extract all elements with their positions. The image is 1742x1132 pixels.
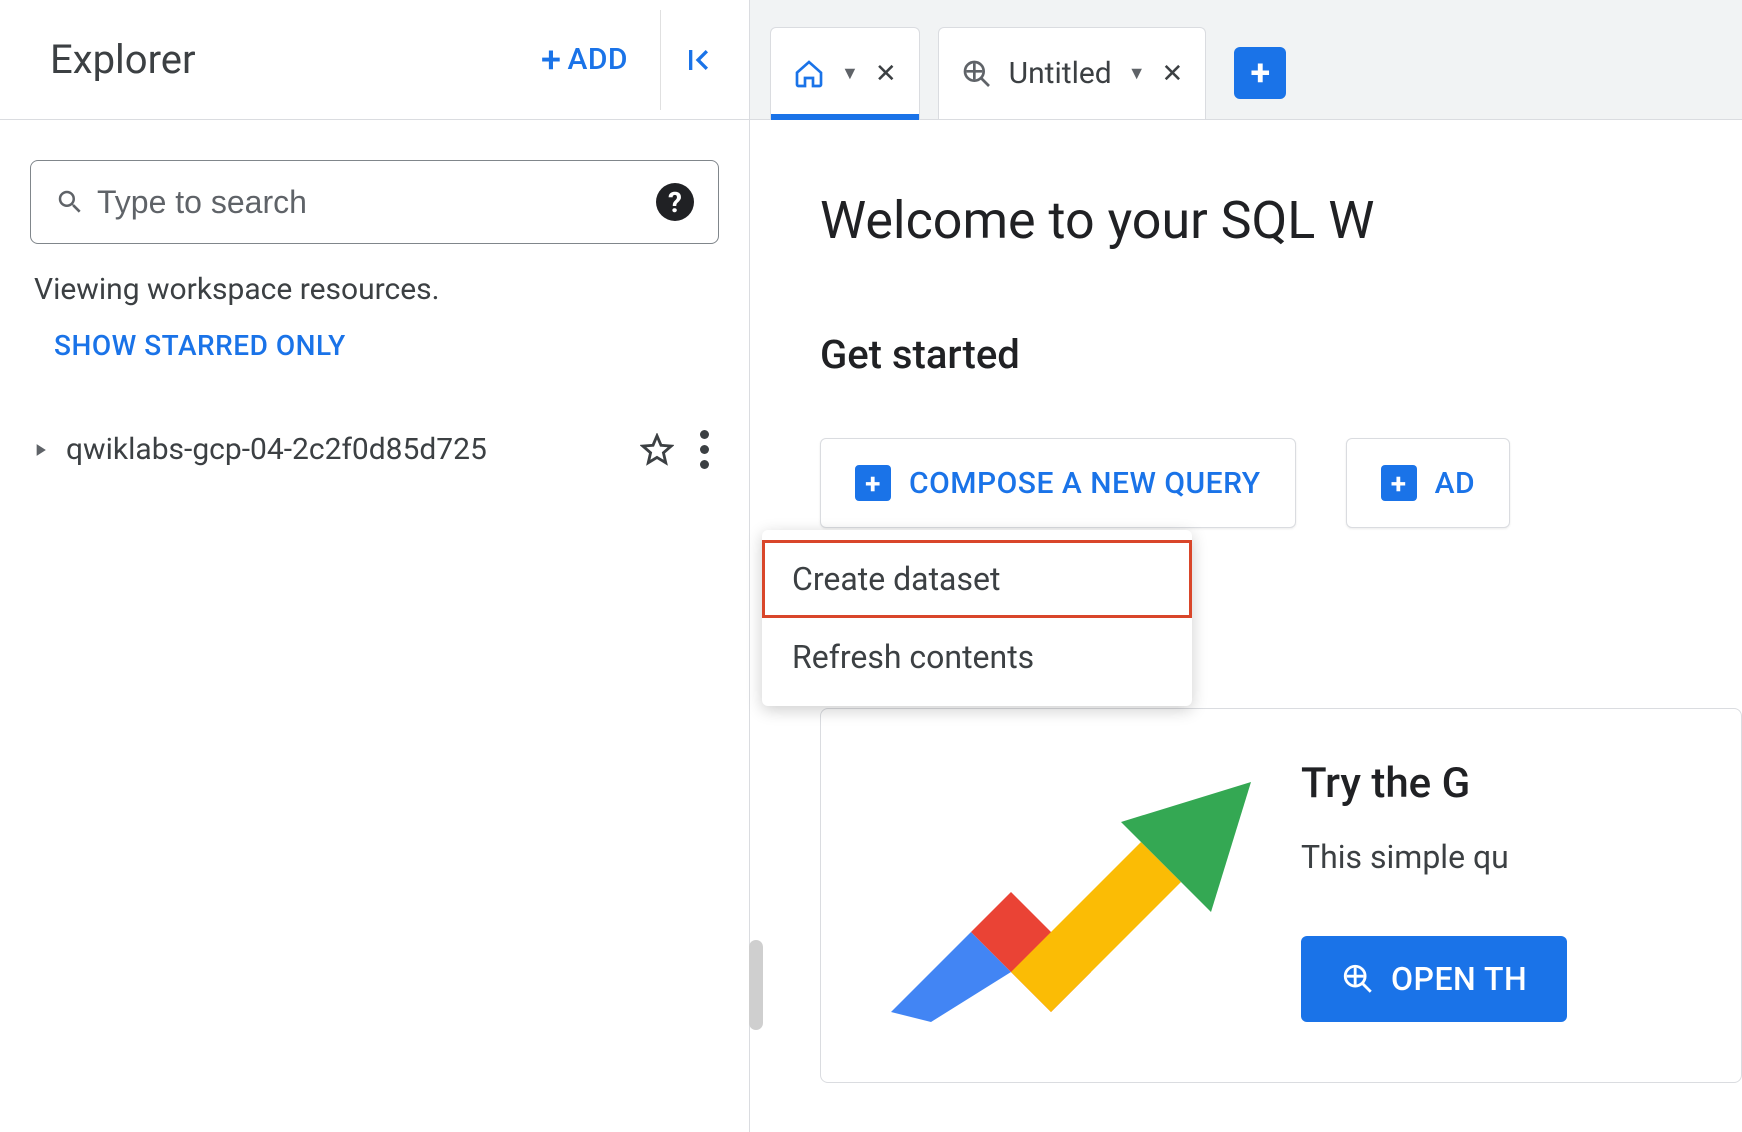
open-query-button[interactable]: OPEN TH bbox=[1301, 936, 1567, 1022]
sample-card: Try the G This simple qu OPEN TH bbox=[820, 708, 1742, 1083]
scrollbar-thumb[interactable] bbox=[749, 940, 763, 1030]
more-actions-button[interactable] bbox=[690, 424, 719, 475]
collapse-sidebar-button[interactable] bbox=[679, 40, 719, 80]
chevron-down-icon[interactable]: ▼ bbox=[1128, 63, 1146, 84]
app-root: Explorer + ADD ? Viewing workspace resou… bbox=[0, 0, 1742, 1132]
plus-icon: + bbox=[541, 42, 562, 78]
close-icon[interactable]: ✕ bbox=[875, 59, 897, 89]
chevron-down-icon[interactable]: ▼ bbox=[841, 63, 859, 84]
card-text: Try the G This simple qu OPEN TH bbox=[1301, 759, 1681, 1022]
add-data-button[interactable]: + AD bbox=[1346, 438, 1510, 528]
action-row: + COMPOSE A NEW QUERY + AD bbox=[820, 438, 1742, 528]
search-icon bbox=[55, 187, 85, 217]
resource-tree: qwiklabs-gcp-04-2c2f0d85d725 bbox=[30, 418, 719, 481]
home-icon bbox=[793, 58, 825, 90]
tab-home[interactable]: ▼ ✕ bbox=[770, 27, 920, 119]
query-search-icon bbox=[1341, 962, 1375, 996]
add-button-label: ADD bbox=[567, 42, 628, 77]
explorer-panel: Explorer + ADD ? Viewing workspace resou… bbox=[0, 0, 750, 1132]
project-id-label: qwiklabs-gcp-04-2c2f0d85d725 bbox=[66, 432, 624, 467]
project-row[interactable]: qwiklabs-gcp-04-2c2f0d85d725 bbox=[30, 418, 719, 481]
tab-untitled-query[interactable]: Untitled ▼ ✕ bbox=[938, 27, 1207, 119]
add-data-label: AD bbox=[1435, 466, 1475, 501]
menu-item-create-dataset[interactable]: Create dataset bbox=[762, 540, 1192, 618]
search-input[interactable] bbox=[97, 184, 656, 221]
project-context-menu: Create dataset Refresh contents bbox=[762, 530, 1192, 706]
tab-label: Untitled bbox=[1009, 56, 1112, 91]
query-icon bbox=[961, 58, 993, 90]
menu-item-refresh-contents[interactable]: Refresh contents bbox=[762, 618, 1192, 696]
card-subtitle: This simple qu bbox=[1301, 838, 1681, 876]
help-icon[interactable]: ? bbox=[656, 183, 694, 221]
add-button[interactable]: + ADD bbox=[527, 34, 642, 86]
viewing-resources-text: Viewing workspace resources. bbox=[34, 272, 719, 307]
compose-query-label: COMPOSE A NEW QUERY bbox=[909, 466, 1261, 501]
collapse-left-icon bbox=[679, 40, 719, 80]
new-tab-button[interactable]: + bbox=[1234, 47, 1286, 99]
card-illustration bbox=[881, 759, 1301, 1022]
close-icon[interactable]: ✕ bbox=[1162, 59, 1184, 89]
explorer-header: Explorer + ADD bbox=[0, 0, 749, 120]
divider bbox=[660, 10, 661, 110]
welcome-heading: Welcome to your SQL W bbox=[820, 190, 1742, 251]
search-field[interactable]: ? bbox=[30, 160, 719, 244]
get-started-heading: Get started bbox=[820, 331, 1742, 378]
show-starred-only-link[interactable]: SHOW STARRED ONLY bbox=[54, 329, 346, 362]
open-button-label: OPEN TH bbox=[1391, 960, 1527, 998]
star-outline-icon bbox=[640, 433, 674, 467]
tab-bar: ▼ ✕ Untitled ▼ ✕ + bbox=[750, 0, 1742, 120]
compose-query-button[interactable]: + COMPOSE A NEW QUERY bbox=[820, 438, 1296, 528]
card-title: Try the G bbox=[1301, 759, 1681, 808]
trends-arrow-icon bbox=[881, 762, 1261, 1022]
star-button[interactable] bbox=[640, 433, 674, 467]
expand-caret-icon[interactable] bbox=[30, 440, 50, 460]
plus-box-icon: + bbox=[855, 465, 891, 501]
explorer-title: Explorer bbox=[50, 36, 527, 83]
plus-box-icon: + bbox=[1381, 465, 1417, 501]
explorer-body: ? Viewing workspace resources. SHOW STAR… bbox=[0, 120, 749, 481]
